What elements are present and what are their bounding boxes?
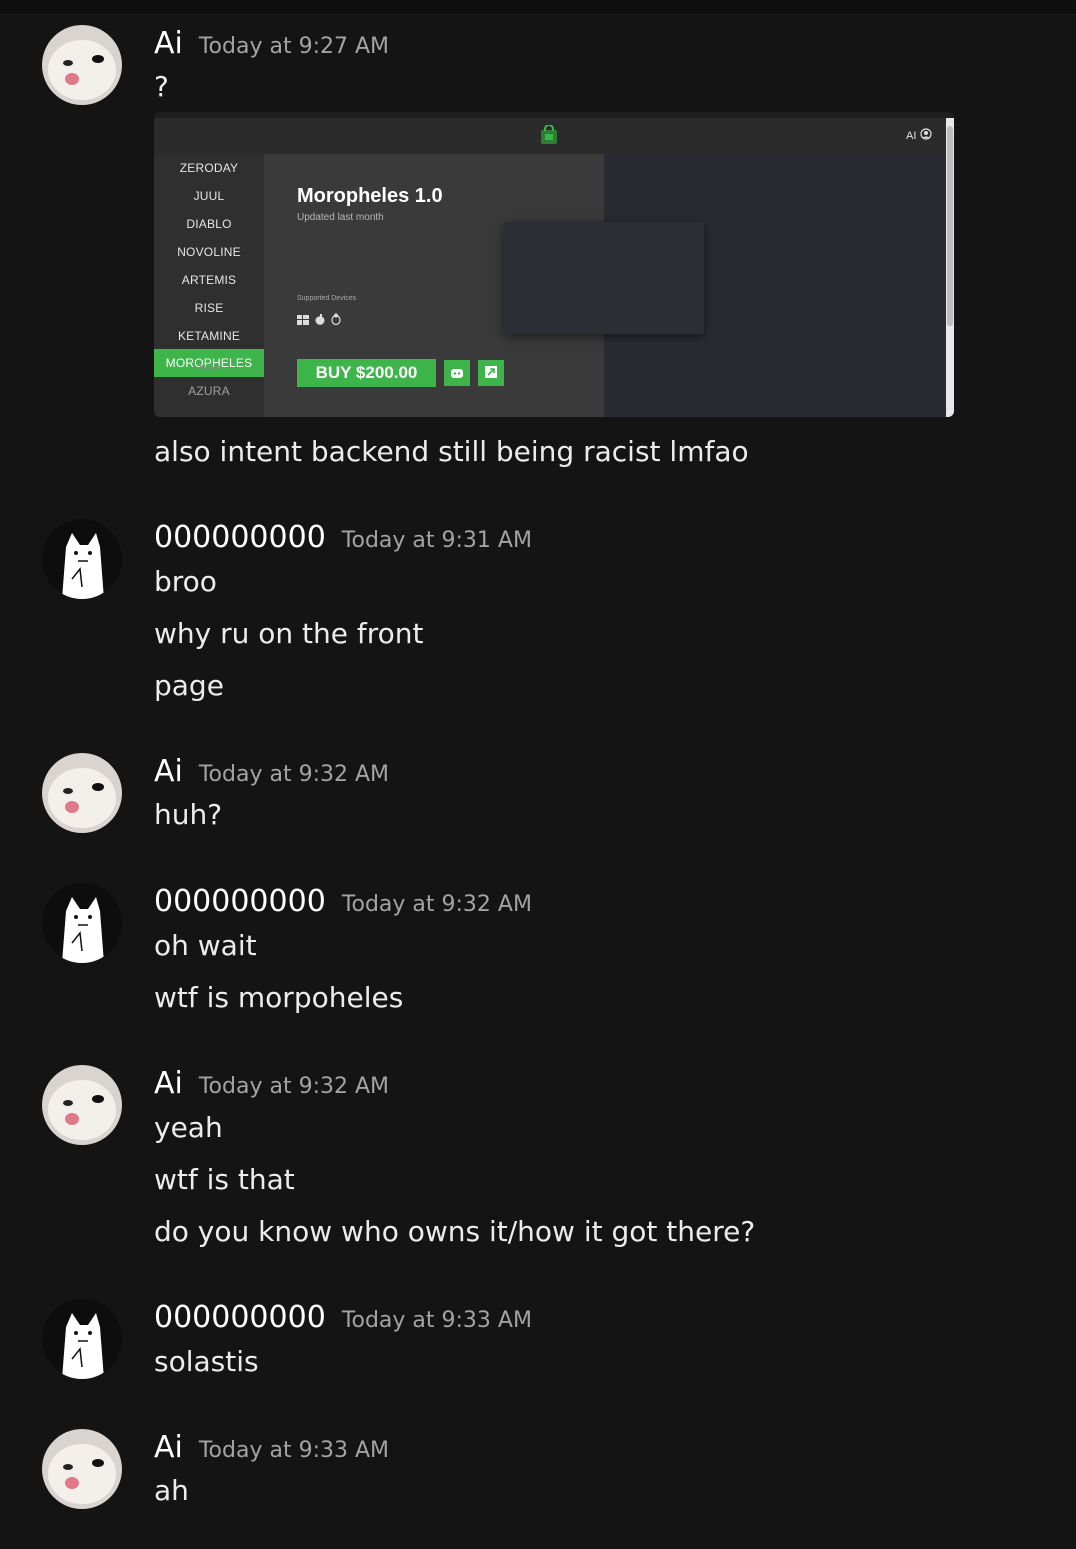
top-bar xyxy=(0,0,1076,15)
timestamp: Today at 9:27 AM xyxy=(198,34,390,59)
message-text: huh? xyxy=(154,798,223,831)
message-header: 000000000 Today at 9:32 AM xyxy=(154,884,532,920)
timestamp: Today at 9:32 AM xyxy=(341,892,532,917)
message-text: oh wait xyxy=(154,929,257,962)
message-text: wtf is morpoheles xyxy=(154,981,404,1014)
message-header: Ai Today at 9:32 AM xyxy=(154,1066,389,1102)
avatar[interactable] xyxy=(42,753,122,833)
username[interactable]: Ai xyxy=(154,754,183,789)
message-text: yeah xyxy=(154,1111,223,1144)
open-external-button[interactable] xyxy=(478,360,504,386)
timestamp: Today at 9:33 AM xyxy=(341,1308,532,1333)
windows-icon xyxy=(297,310,309,329)
message-header: Ai Today at 9:27 AM xyxy=(154,26,389,62)
avatar[interactable] xyxy=(42,25,122,105)
product-title: Moropheles 1.0 xyxy=(297,185,443,207)
apple-icon xyxy=(315,310,325,329)
message-text: ? xyxy=(154,70,169,103)
username[interactable]: 000000000 xyxy=(154,520,326,555)
devices-label: Supported Devices xyxy=(297,295,357,302)
site-user-label: AI xyxy=(906,129,917,142)
message-text: wtf is that xyxy=(154,1163,295,1196)
sidebar-item-moropheles[interactable]: MOROPHELES xyxy=(154,349,264,377)
linux-icon xyxy=(331,310,341,329)
user-circle-icon xyxy=(920,128,933,143)
product-preview-card xyxy=(504,222,704,334)
bag-logo-icon xyxy=(540,124,558,145)
sidebar-item-ketamine[interactable]: KETAMINE xyxy=(154,322,264,350)
message-header: 000000000 Today at 9:31 AM xyxy=(154,520,532,556)
username[interactable]: 000000000 xyxy=(154,1300,326,1335)
image-attachment[interactable]: AI ZERODAY JUUL DIABLO NOVOLINE ARTEMIS … xyxy=(154,112,954,417)
timestamp: Today at 9:33 AM xyxy=(198,1438,390,1463)
sidebar-item-zeroday[interactable]: ZERODAY xyxy=(154,154,264,182)
sidebar-more[interactable]: 3 more xyxy=(154,364,264,371)
timestamp: Today at 9:32 AM xyxy=(198,762,390,787)
avatar[interactable] xyxy=(42,1065,122,1145)
sidebar-item-rise[interactable]: RISE xyxy=(154,294,264,322)
avatar[interactable] xyxy=(42,1429,122,1509)
attachment-scroll-thumb[interactable] xyxy=(947,126,953,326)
sidebar-item-artemis[interactable]: ARTEMIS xyxy=(154,266,264,294)
site-user-menu[interactable]: AI xyxy=(906,128,933,143)
buy-button[interactable]: BUY $200.00 xyxy=(297,359,436,387)
message-header: Ai Today at 9:33 AM xyxy=(154,1430,389,1466)
sidebar-item-novoline[interactable]: NOVOLINE xyxy=(154,238,264,266)
message-header: 000000000 Today at 9:33 AM xyxy=(154,1300,532,1336)
avatar[interactable] xyxy=(42,883,122,963)
username[interactable]: Ai xyxy=(154,1066,183,1101)
timestamp: Today at 9:32 AM xyxy=(198,1074,390,1099)
message-text: page xyxy=(154,669,224,702)
message-header: Ai Today at 9:32 AM xyxy=(154,754,389,790)
avatar[interactable] xyxy=(42,519,122,599)
sidebar-item-azura[interactable]: AZURA xyxy=(154,377,264,405)
message-text: also intent backend still being racist l… xyxy=(154,435,749,468)
username[interactable]: 000000000 xyxy=(154,884,326,919)
device-icons xyxy=(297,310,341,329)
sidebar-item-diablo[interactable]: DIABLO xyxy=(154,210,264,238)
avatar[interactable] xyxy=(42,1299,122,1379)
external-link-icon xyxy=(484,364,498,383)
sidebar-item-juul[interactable]: JUUL xyxy=(154,182,264,210)
message-text: do you know who owns it/how it got there… xyxy=(154,1215,756,1248)
message-text: solastis xyxy=(154,1345,259,1378)
username[interactable]: Ai xyxy=(154,26,183,61)
discord-icon xyxy=(450,364,464,383)
message-text: broo xyxy=(154,565,217,598)
discord-button[interactable] xyxy=(444,360,470,386)
timestamp: Today at 9:31 AM xyxy=(341,528,532,553)
product-updated: Updated last month xyxy=(297,212,384,223)
username[interactable]: Ai xyxy=(154,1430,183,1465)
message-text: ah xyxy=(154,1474,189,1507)
message-text: why ru on the front xyxy=(154,617,424,650)
